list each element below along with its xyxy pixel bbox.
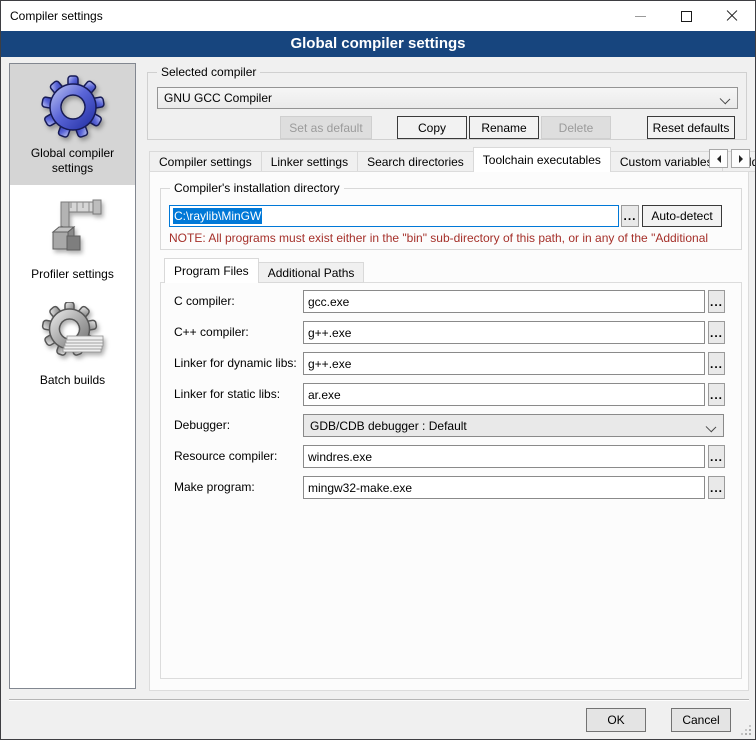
footer-divider bbox=[9, 699, 749, 701]
cpp-compiler-label: C++ compiler: bbox=[174, 321, 249, 344]
close-button[interactable] bbox=[709, 1, 755, 31]
window-controls bbox=[617, 1, 755, 31]
chevron-down-icon bbox=[706, 422, 717, 433]
program-files-page: C compiler: ... C++ compiler: ... Linker… bbox=[160, 282, 742, 679]
c-compiler-browse-button[interactable]: ... bbox=[708, 290, 725, 313]
rename-button[interactable]: Rename bbox=[469, 116, 539, 139]
cpp-compiler-input[interactable] bbox=[303, 321, 705, 344]
compiler-settings-dialog: Compiler settings Global compiler settin… bbox=[0, 0, 756, 740]
sidebar-item-label: Profiler settings bbox=[31, 267, 114, 282]
tab-search-directories[interactable]: Search directories bbox=[357, 151, 474, 172]
maximize-button[interactable] bbox=[663, 1, 709, 31]
tab-scroll-right-icon bbox=[739, 155, 747, 163]
tab-custom-variables[interactable]: Custom variables bbox=[610, 151, 723, 172]
sidebar-item-global-compiler-settings[interactable]: Global compiler settings bbox=[10, 64, 135, 185]
page-title: Global compiler settings bbox=[1, 31, 755, 57]
sub-tab-strip: Program Files Additional Paths bbox=[164, 258, 363, 283]
cancel-button[interactable]: Cancel bbox=[671, 708, 731, 732]
delete-button[interactable]: Delete bbox=[541, 116, 611, 139]
resource-compiler-input[interactable] bbox=[303, 445, 705, 468]
compiler-select-value: GNU GCC Compiler bbox=[164, 91, 272, 105]
linker-static-input[interactable] bbox=[303, 383, 705, 406]
minimize-icon bbox=[635, 16, 646, 17]
tab-scroll-left-button[interactable] bbox=[709, 149, 728, 168]
make-program-browse-button[interactable]: ... bbox=[708, 476, 725, 499]
browse-directory-button[interactable]: ... bbox=[621, 205, 639, 227]
tab-compiler-settings[interactable]: Compiler settings bbox=[149, 151, 262, 172]
blue-gear-icon bbox=[41, 75, 105, 139]
copy-button[interactable]: Copy bbox=[397, 116, 467, 139]
ok-button[interactable]: OK bbox=[586, 708, 646, 732]
caliper-icon bbox=[41, 196, 105, 260]
note-text: NOTE: All programs must exist either in … bbox=[169, 231, 735, 245]
selected-compiler-group-label: Selected compiler bbox=[157, 65, 260, 80]
tab-toolchain-executables[interactable]: Toolchain executables bbox=[473, 147, 611, 172]
debugger-select[interactable]: GDB/CDB debugger : Default bbox=[303, 414, 724, 437]
settings-category-list: Global compiler settings Profiler s bbox=[9, 63, 136, 689]
sidebar-item-batch-builds[interactable]: Batch builds bbox=[10, 291, 135, 397]
make-program-label: Make program: bbox=[174, 476, 255, 499]
cpp-compiler-browse-button[interactable]: ... bbox=[708, 321, 725, 344]
c-compiler-input[interactable] bbox=[303, 290, 705, 313]
tab-linker-settings[interactable]: Linker settings bbox=[261, 151, 358, 172]
gray-gear-stack-icon bbox=[41, 302, 105, 366]
window-title: Compiler settings bbox=[10, 1, 103, 31]
chevron-down-icon bbox=[720, 94, 731, 105]
c-compiler-label: C compiler: bbox=[174, 290, 235, 313]
resource-compiler-label: Resource compiler: bbox=[174, 445, 277, 468]
set-as-default-button[interactable]: Set as default bbox=[280, 116, 372, 139]
maximize-icon bbox=[681, 11, 692, 22]
minimize-button[interactable] bbox=[617, 1, 663, 31]
installation-directory-group-label: Compiler's installation directory bbox=[170, 181, 344, 196]
debugger-select-value: GDB/CDB debugger : Default bbox=[310, 419, 467, 433]
linker-static-browse-button[interactable]: ... bbox=[708, 383, 725, 406]
make-program-input[interactable] bbox=[303, 476, 705, 499]
reset-defaults-button[interactable]: Reset defaults bbox=[647, 116, 735, 139]
linker-dynamic-browse-button[interactable]: ... bbox=[708, 352, 725, 375]
sidebar-item-label: Batch builds bbox=[40, 373, 105, 388]
title-bar[interactable]: Compiler settings bbox=[1, 1, 755, 31]
sidebar-item-label: Global compiler settings bbox=[14, 146, 131, 176]
debugger-label: Debugger: bbox=[174, 414, 230, 437]
tab-scroll-left-icon bbox=[713, 155, 721, 163]
resize-grip-icon[interactable] bbox=[741, 725, 751, 735]
main-tab-strip: Compiler settings Linker settings Search… bbox=[149, 147, 756, 172]
subtab-program-files[interactable]: Program Files bbox=[164, 258, 259, 283]
auto-detect-button[interactable]: Auto-detect bbox=[642, 205, 722, 227]
linker-dynamic-label: Linker for dynamic libs: bbox=[174, 352, 297, 375]
linker-static-label: Linker for static libs: bbox=[174, 383, 280, 406]
installation-directory-selected-text: C:\raylib\MinGW bbox=[173, 208, 262, 224]
compiler-select[interactable]: GNU GCC Compiler bbox=[157, 87, 738, 109]
linker-dynamic-input[interactable] bbox=[303, 352, 705, 375]
sidebar-item-profiler-settings[interactable]: Profiler settings bbox=[10, 185, 135, 291]
subtab-additional-paths[interactable]: Additional Paths bbox=[258, 262, 365, 283]
installation-directory-input[interactable]: C:\raylib\MinGW bbox=[169, 205, 619, 227]
resource-compiler-browse-button[interactable]: ... bbox=[708, 445, 725, 468]
tab-scroll-right-button[interactable] bbox=[731, 149, 750, 168]
close-icon bbox=[726, 10, 738, 22]
